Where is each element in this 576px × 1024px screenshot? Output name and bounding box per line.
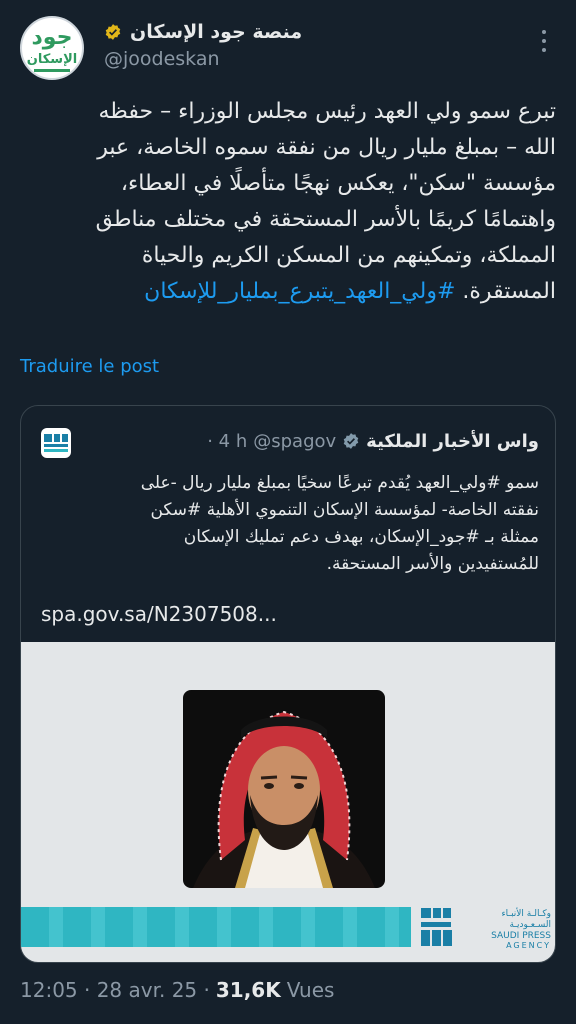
author-name: منصة جود الإسكان <box>130 21 303 43</box>
tweet-line: واهتمامًا كريمًا بالأسر المستحقة في مختل… <box>95 207 556 232</box>
tweet-line-last: المستقرة. #ولي_العهد_يتبرع_بمليار_للإسكا… <box>20 274 556 310</box>
author-name-row[interactable]: منصة جود الإسكان <box>104 18 302 46</box>
tweet-line-text: المستقرة. <box>462 279 556 304</box>
quoted-tweet-card[interactable]: واس الأخبار الملكية @spagov · 4 h سمو #و… <box>20 405 556 963</box>
tweet-text: تبرع سمو ولي العهد رئيس مجلس الوزراء – ح… <box>20 94 556 310</box>
tweet-hashtag-link[interactable]: #ولي_العهد_يتبرع_بمليار_للإسكان <box>144 279 455 304</box>
quote-author-avatar[interactable] <box>41 428 71 458</box>
tweet-line: الله – بمبلغ مليار ريال من نفقة سموه الخ… <box>97 135 556 160</box>
spa-logo-arabic-bottom: السـعـوديـة <box>509 920 551 930</box>
spa-logo-english-1: SAUDI PRESS <box>491 931 551 941</box>
author-handle[interactable]: @joodeskan <box>104 48 220 70</box>
avatar-logo-word-bottom: الإسكان <box>26 52 78 67</box>
quote-author-name[interactable]: واس الأخبار الملكية <box>366 431 539 452</box>
tweet-line: مؤسسة "سكن"، يعكس نهجًا متأصلًا في العطا… <box>120 171 556 196</box>
quote-timestamp: · 4 h <box>207 430 248 452</box>
quote-line: ممثلة بـ #جود_الإسكان، بهدف دعم تمليك ال… <box>183 527 539 547</box>
quote-link[interactable]: spa.gov.sa/N2307508... <box>41 602 277 626</box>
spa-logo-icon: وكـالـة الأنبـاء السـعـوديـة SAUDI PRESS… <box>421 907 551 950</box>
spa-color-band <box>21 907 411 947</box>
tweet-timestamp[interactable]: 12:05 · 28 avr. 25 · <box>20 978 210 1002</box>
quote-text: سمو #ولي_العهد يُقدم تبرعًا سخيًا بمبلغ … <box>41 470 539 578</box>
spa-mini-logo-icon <box>44 434 68 452</box>
portrait-photo <box>183 690 385 888</box>
view-count-label: Vues <box>286 978 335 1002</box>
spa-logo-arabic-top: وكـالـة الأنبـاء <box>501 907 551 919</box>
tweet-line: المملكة، وتمكينهم من المسكن الكريم والحي… <box>141 243 556 268</box>
spa-logo-english-2: AGENCY <box>506 941 551 950</box>
author-avatar[interactable]: جود الإسكان <box>20 16 84 80</box>
avatar-logo-word-top: جود <box>31 25 73 50</box>
more-options-icon[interactable] <box>536 28 552 54</box>
avatar-logo-bar <box>34 69 70 72</box>
verified-badge-icon <box>105 24 121 40</box>
quote-line: سمو #ولي_العهد يُقدم تبرعًا سخيًا بمبلغ … <box>140 473 539 493</box>
verified-badge-icon <box>343 433 359 449</box>
quote-header: واس الأخبار الملكية @spagov · 4 h <box>207 426 539 456</box>
translate-post-link[interactable]: Traduire le post <box>20 356 159 377</box>
tweet-line: تبرع سمو ولي العهد رئيس مجلس الوزراء – ح… <box>98 99 556 124</box>
view-count[interactable]: 31,6K <box>216 978 281 1002</box>
quote-media[interactable]: وكـالـة الأنبـاء السـعـوديـة SAUDI PRESS… <box>21 642 555 962</box>
quote-line: للمُستفيدين والأسر المستحقة. <box>326 554 539 574</box>
quote-author-handle: @spagov <box>253 430 337 452</box>
tweet-footer: 12:05 · 28 avr. 25 · 31,6K Vues <box>20 978 334 1002</box>
quote-line: نفقته الخاصة- لمؤسسة الإسكان التنموي الأ… <box>150 500 539 520</box>
